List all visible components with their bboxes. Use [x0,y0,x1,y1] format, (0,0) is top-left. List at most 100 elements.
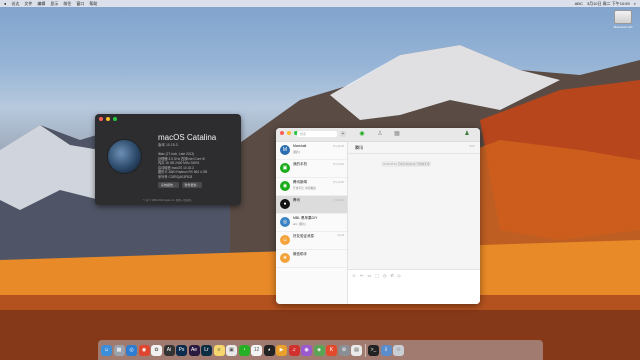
dock-downloads-icon[interactable]: ⇩ [380,344,392,356]
dock-ai-icon[interactable]: Ai [163,344,175,356]
menu-bar: ● 访达 文件 编辑 显示 前往 窗口 帮助 ABC 3月10日 周二 下午10… [0,0,640,7]
dock-photos-icon[interactable]: ✿ [151,344,162,356]
chat-avatar: ★ [280,253,290,263]
dock-chrome-icon[interactable]: ◉ [138,344,150,356]
dock-netease-music-icon[interactable]: ♫ [288,344,300,356]
add-chat-button[interactable]: + [340,131,346,137]
dock-safari-icon[interactable]: ◎ [126,344,137,356]
dock-notes2-icon[interactable]: ▤ [351,344,362,356]
favorites-tab-icon[interactable]: ▦ [393,130,401,138]
chat-list: M Marshall [图片] 下午10:26 ▣ 我的手机 下午10:02 ◉… [276,142,348,304]
macos-logo-icon [107,139,142,174]
about-this-mac-window: macOS Catalina 版本 10.15.3 iMac (27-inch,… [95,114,241,205]
chat-time: 下午10:26 [332,145,344,148]
chat-name: Marshall [293,144,307,148]
minimize-button[interactable] [106,117,110,121]
dock-settings-icon[interactable]: ⚙ [338,344,350,356]
chat-time: 下午10:02 [332,163,344,166]
system-message: 02-26 07:12 已成为你的好友,开始聊天吧 [381,161,432,167]
chat-item[interactable]: ☺ 好友验证消息 02-26 [276,232,347,250]
dock: ☺ ▦ ◎ ◉ ✿ Ai Ps Ae Lr ≡ ▣ ◔ 12 ◕ ▶ ♫ ◉ ◈ K ⚙ ▤ >_ ⇩ ♲ [98,340,543,360]
wechat-close-button[interactable] [280,131,284,135]
menu-item-go[interactable]: 前往 [63,0,71,7]
dock-qq-icon[interactable]: ◕ [263,344,275,356]
desktop: ● 访达 文件 编辑 显示 前往 窗口 帮助 ABC 3月10日 周二 下午10… [0,0,640,360]
desktop-drive-icon[interactable]: Macintosh HD [612,10,634,29]
spec-list: iMac (27-inch, Late 2013) 处理器 3.5 GHz 四核… [158,152,207,180]
dock-terminal-icon[interactable]: >_ [368,344,379,356]
wechat-minimize-button[interactable] [287,131,291,135]
search-input[interactable]: 搜索 [297,131,337,137]
chat-item[interactable]: ★ 微信助手 [276,250,347,268]
menu-clock[interactable]: 3月10日 周二 下午10:59 [587,0,630,7]
chat-item[interactable]: ◉ 腾讯新闻 开放平台: 新闻推送 下午10:00 [276,178,347,196]
chat-item[interactable]: M Marshall [图片] 下午10:26 [276,142,347,160]
dock-maps-icon[interactable]: ◈ [313,344,325,356]
close-button[interactable] [99,117,103,121]
dock-finder-icon[interactable]: ☺ [101,344,112,356]
zoom-button[interactable] [113,117,117,121]
spotlight-icon[interactable]: ⌕ [634,0,636,7]
menu-item-finder[interactable]: 访达 [11,0,19,7]
dock-ps-icon[interactable]: Ps [176,344,187,356]
chat-item-selected[interactable]: ● 腾讯 上午11:03 [276,196,347,214]
chat-item[interactable]: ▣ 我的手机 下午10:02 [276,160,347,178]
message-input[interactable]: ☺ ✂ ▭ ⬚ ◷ ✆ ▷ [348,269,480,304]
chat-time: 上午11:03 [332,199,344,202]
menu-item-view[interactable]: 显示 [50,0,58,7]
os-version: 版本 10.15.3 [158,143,178,147]
chat-preview: [图片] [293,151,300,154]
copyright-text: ™ 和 © 1983-2020 Apple Inc. 保留一切权利。 [142,199,194,202]
chat-name: MBL 黑苹果DIY [293,216,318,220]
menu-item-help[interactable]: 帮助 [89,0,97,7]
chat-avatar: ● [280,199,290,209]
phone-icon[interactable]: ✆ [391,273,394,278]
menu-item-window[interactable]: 窗口 [76,0,84,7]
software-update-button[interactable]: 软件更新... [181,182,203,188]
chat-history-icon[interactable]: ◷ [383,273,387,278]
screenshot-icon[interactable]: ⬚ [375,273,379,278]
chat-preview: 开放平台: 新闻推送 [293,187,316,190]
wechat-toolbar: 搜索 + ◉ ♙ ▦ ♟ [276,128,480,142]
chats-tab-icon[interactable]: ◉ [358,130,366,138]
avatar[interactable]: ♟ [463,130,471,138]
menu-item-edit[interactable]: 编辑 [37,0,45,7]
system-report-button[interactable]: 系统报告... [158,182,179,188]
apple-icon[interactable]: ● [4,0,6,7]
input-method-indicator[interactable]: ABC [575,0,583,7]
chat-name: 腾讯新闻 [293,180,307,184]
more-icon[interactable]: ⋯ [469,143,475,150]
dock-ae-icon[interactable]: Ae [188,344,200,356]
dock-preview-icon[interactable]: ▣ [226,344,237,356]
dock-wechat-icon[interactable]: ◔ [238,344,250,356]
chat-panel: 腾讯 ⋯ 02-26 07:12 已成为你的好友,开始聊天吧 ☺ ✂ ▭ ⬚ ◷… [348,142,480,304]
dock-infuse-icon[interactable]: ▶ [276,344,287,356]
divider [348,153,480,154]
emoji-icon[interactable]: ☺ [352,273,356,278]
chat-title: 腾讯 [355,145,363,150]
dock-k-app-icon[interactable]: K [326,344,337,356]
dock-podcast-icon[interactable]: ◉ [301,344,312,356]
chat-item[interactable]: ◎ MBL 黑苹果DIY abc: [图片] [276,214,347,232]
dock-calendar-icon[interactable]: 12 [251,344,262,356]
dock-separator [364,343,366,357]
dock-launchpad-icon[interactable]: ▦ [113,344,125,356]
chat-name: 我的手机 [293,162,307,166]
chat-preview: abc: [图片] [293,223,306,226]
os-title: macOS Catalina [158,133,217,142]
chat-avatar: ☺ [280,235,290,245]
chat-time: 02-26 [337,234,344,237]
dock-notes-icon[interactable]: ≡ [213,344,225,356]
chat-avatar: ◉ [280,181,290,191]
chat-avatar: ◎ [280,217,290,227]
folder-icon[interactable]: ▭ [367,273,371,278]
chat-name: 腾讯 [293,198,300,202]
dock-trash-icon[interactable]: ♲ [393,344,404,356]
video-icon[interactable]: ▷ [398,273,401,278]
chat-name: 好友验证消息 [293,234,314,238]
menu-item-file[interactable]: 文件 [24,0,32,7]
dock-lr-icon[interactable]: Lr [201,344,212,356]
contacts-tab-icon[interactable]: ♙ [376,130,384,138]
scissors-icon[interactable]: ✂ [360,273,363,278]
drive-label: Macintosh HD [613,25,633,29]
